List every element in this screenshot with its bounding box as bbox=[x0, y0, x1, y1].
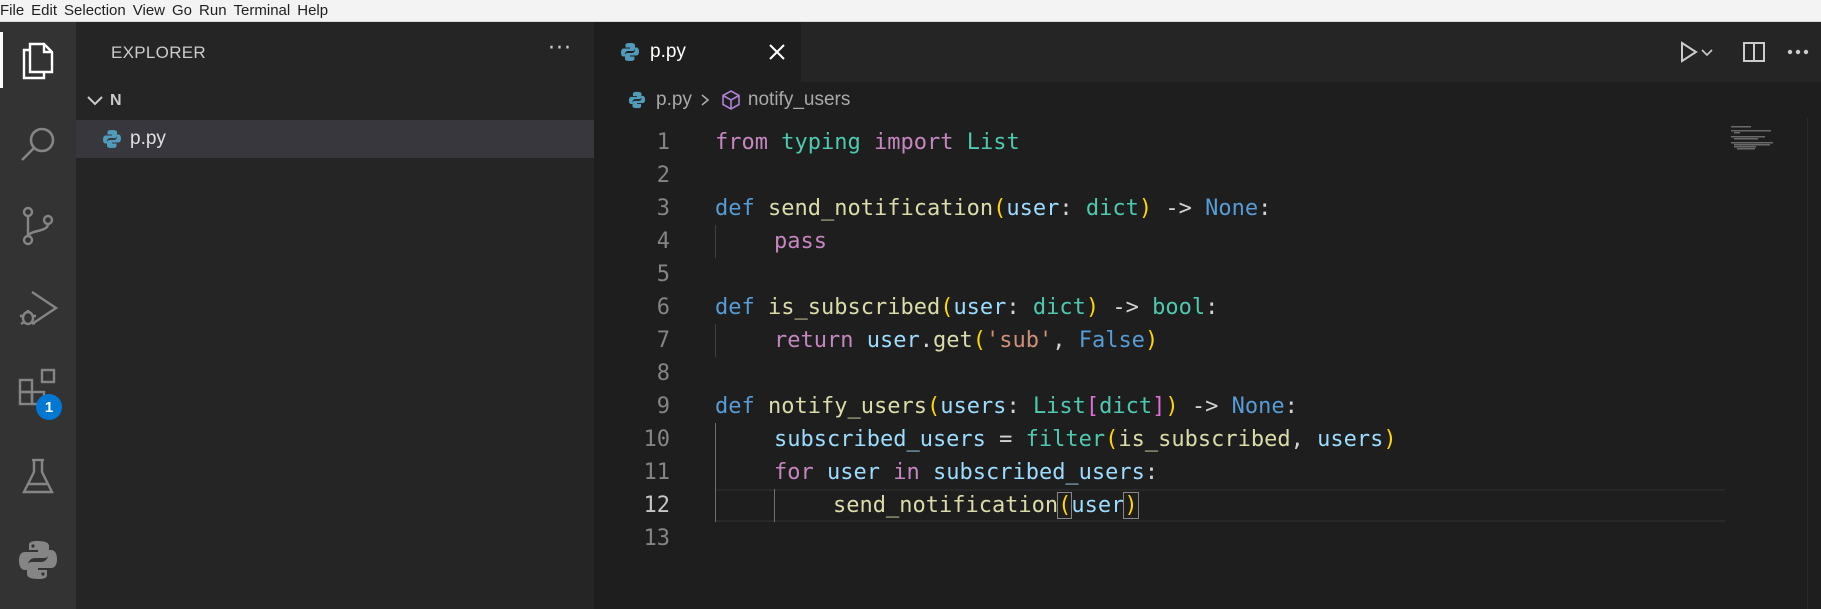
indent-guide bbox=[715, 324, 716, 357]
code-text: def is_subscribed(user: dict) -> bool: bbox=[715, 295, 1219, 320]
code-line: 8 bbox=[594, 357, 1744, 390]
line-number: 13 bbox=[643, 526, 671, 551]
line-number: 10 bbox=[643, 427, 671, 452]
line-number: 4 bbox=[656, 229, 670, 254]
breadcrumb: p.py notify_users bbox=[594, 82, 1821, 118]
code-text: pass bbox=[774, 229, 827, 254]
run-dropdown-button[interactable] bbox=[1699, 37, 1715, 67]
activity-python[interactable] bbox=[0, 522, 76, 598]
line-number: 1 bbox=[656, 130, 670, 155]
line-number: 5 bbox=[656, 262, 670, 287]
python-file-icon bbox=[621, 43, 639, 61]
close-icon[interactable] bbox=[766, 41, 788, 63]
line-number: 11 bbox=[643, 460, 671, 485]
activity-source-control[interactable] bbox=[0, 188, 76, 264]
indent-guide bbox=[715, 423, 716, 456]
menu-go[interactable]: Go bbox=[172, 0, 199, 22]
run-debug-icon bbox=[20, 291, 59, 326]
activity-extensions[interactable]: 1 bbox=[0, 350, 76, 426]
code-text: subscribed_users = filter(is_subscribed,… bbox=[774, 427, 1397, 452]
menu-terminal[interactable]: Terminal bbox=[234, 0, 298, 22]
menu-file[interactable]: File bbox=[0, 0, 31, 22]
more-actions-button[interactable] bbox=[1783, 37, 1813, 67]
menu-help[interactable]: Help bbox=[297, 0, 335, 22]
file-item-p-py[interactable]: p.py bbox=[76, 120, 594, 158]
vertical-scrollbar[interactable] bbox=[1807, 118, 1821, 609]
code-line: 9 def notify_users(users: List[dict]) ->… bbox=[594, 390, 1744, 423]
indent-guide bbox=[715, 456, 716, 489]
code-line: 1 from typing import List bbox=[594, 126, 1744, 159]
tab-bar: p.py bbox=[594, 22, 1821, 82]
minimap[interactable] bbox=[1731, 126, 1791, 166]
code-line: 4 pass bbox=[594, 225, 1744, 258]
code-text: def notify_users(users: List[dict]) -> N… bbox=[715, 394, 1298, 419]
code-line: 2 bbox=[594, 159, 1744, 192]
symbol-method-icon bbox=[722, 90, 740, 110]
line-number: 7 bbox=[656, 328, 670, 353]
menu-run[interactable]: Run bbox=[199, 0, 234, 22]
breadcrumb-symbol[interactable]: notify_users bbox=[748, 89, 850, 111]
tab-label: p.py bbox=[650, 41, 686, 62]
code-line: 10 subscribed_users = filter(is_subscrib… bbox=[594, 423, 1744, 456]
menu-bar: File Edit Selection View Go Run Terminal… bbox=[0, 0, 1821, 22]
indent-guide bbox=[715, 225, 716, 258]
code-line: 11 for user in subscribed_users: bbox=[594, 456, 1744, 489]
search-icon bbox=[21, 127, 55, 161]
tab-p-py[interactable]: p.py bbox=[594, 22, 801, 82]
line-number: 9 bbox=[656, 394, 670, 419]
activity-run-debug[interactable] bbox=[0, 270, 76, 346]
chevron-down-icon bbox=[87, 96, 103, 106]
code-text: send_notification(user) bbox=[833, 492, 1139, 519]
line-number: 3 bbox=[656, 196, 670, 221]
code-line: 6 def is_subscribed(user: dict) -> bool: bbox=[594, 291, 1744, 324]
code-text: def send_notification(user: dict) -> Non… bbox=[715, 196, 1272, 221]
explorer-sidebar: EXPLORER ··· N p.py bbox=[76, 22, 594, 609]
menu-edit[interactable]: Edit bbox=[31, 0, 64, 22]
testing-icon bbox=[22, 458, 54, 494]
play-icon bbox=[1681, 41, 1698, 63]
code-line: 13 bbox=[594, 522, 1744, 555]
indent-guide bbox=[715, 489, 716, 522]
activity-explorer[interactable] bbox=[0, 22, 76, 98]
explorer-icon bbox=[22, 42, 54, 80]
sidebar-title: EXPLORER bbox=[111, 43, 206, 62]
split-editor-icon bbox=[1743, 42, 1765, 62]
more-actions-icon bbox=[1787, 49, 1809, 55]
code-line: 3 def send_notification(user: dict) -> N… bbox=[594, 192, 1744, 225]
folder-row[interactable]: N bbox=[76, 86, 594, 116]
code-text: from typing import List bbox=[715, 130, 1020, 155]
activity-testing[interactable] bbox=[0, 438, 76, 514]
source-control-icon bbox=[22, 206, 54, 246]
activity-search[interactable] bbox=[0, 106, 76, 182]
python-file-icon bbox=[628, 91, 646, 109]
menu-selection[interactable]: Selection bbox=[64, 0, 133, 22]
folder-name: N bbox=[110, 92, 122, 109]
menu-view[interactable]: View bbox=[133, 0, 172, 22]
code-line: 7 return user.get('sub', False) bbox=[594, 324, 1744, 357]
chevron-down-icon bbox=[1701, 49, 1713, 57]
editor-actions bbox=[1673, 22, 1821, 82]
more-actions-icon[interactable]: ··· bbox=[548, 36, 572, 61]
code-line-current: 12 send_notification(user) bbox=[594, 489, 1744, 522]
sidebar-header: EXPLORER ··· bbox=[76, 22, 594, 84]
extensions-badge: 1 bbox=[36, 394, 62, 420]
code-text: return user.get('sub', False) bbox=[774, 328, 1159, 353]
line-number: 2 bbox=[656, 163, 670, 188]
line-number: 8 bbox=[656, 361, 670, 386]
editor-area: p.py p.py notify_users 1 from typing imp… bbox=[594, 22, 1821, 609]
indent-guide bbox=[774, 489, 775, 522]
code-text: for user in subscribed_users: bbox=[774, 460, 1159, 485]
line-number: 6 bbox=[656, 295, 670, 320]
python-icon bbox=[19, 541, 57, 579]
split-editor-button[interactable] bbox=[1739, 37, 1769, 67]
python-file-icon bbox=[103, 130, 121, 148]
chevron-right-icon bbox=[701, 94, 710, 106]
breadcrumb-file[interactable]: p.py bbox=[656, 89, 692, 111]
file-name: p.py bbox=[130, 128, 166, 149]
code-line: 5 bbox=[594, 258, 1744, 291]
line-number: 12 bbox=[643, 493, 671, 518]
activity-bar: 1 bbox=[0, 22, 76, 609]
